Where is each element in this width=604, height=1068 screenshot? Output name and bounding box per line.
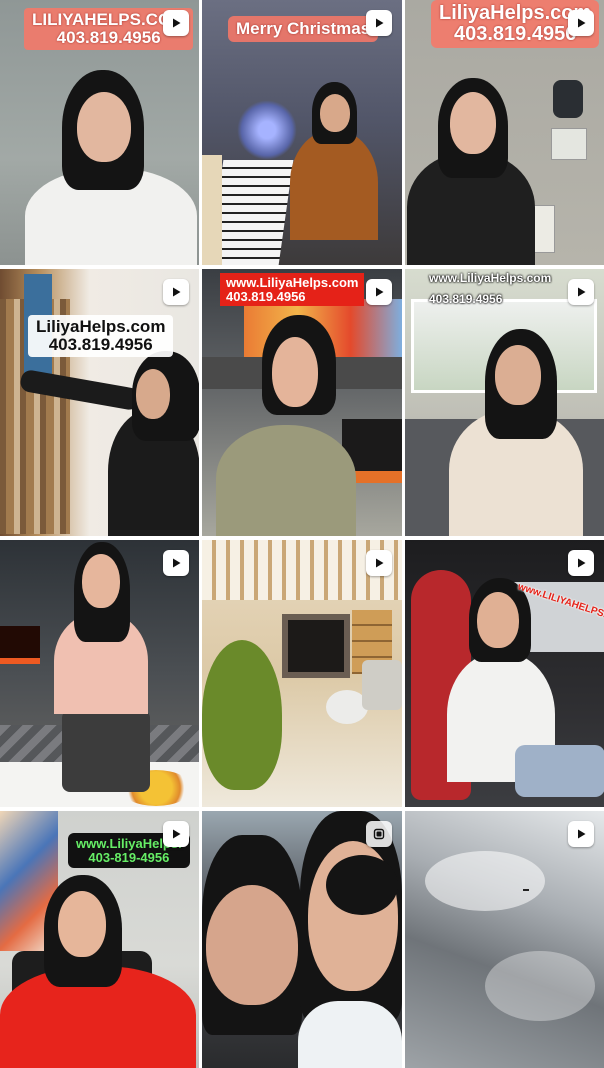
overlay-phone: 403.819.4956: [226, 288, 306, 304]
video-tile-2[interactable]: Merry Christmas: [202, 0, 402, 265]
play-icon: [366, 550, 392, 576]
person-face: [495, 345, 541, 405]
video-tile-1[interactable]: LILIYAHELPS.COM 403.819.4956: [0, 0, 199, 265]
person-face: [272, 337, 318, 407]
overlay-greeting: Merry Christmas: [236, 19, 371, 38]
play-icon: [568, 10, 594, 36]
person-face: [136, 369, 170, 419]
thermostat: [553, 80, 583, 118]
overlay-caption: LiliyaHelps.com 403.819.4956: [28, 315, 174, 357]
play-icon: [568, 279, 594, 305]
video-tile-8[interactable]: [202, 540, 402, 807]
overlay-website: LiliyaHelps.com: [36, 317, 166, 336]
overlay-website: www.LiliyaHelps.com: [226, 275, 359, 290]
overlay-caption: www.LiliyaHelps.com 403.819.4956: [220, 273, 365, 307]
play-icon: [163, 279, 189, 305]
person-face: [477, 592, 519, 648]
person-face: [82, 554, 120, 608]
video-grid: LILIYAHELPS.COM 403.819.4956 Merry Chris…: [0, 0, 604, 1068]
person-figure: [216, 425, 356, 536]
person-face: [450, 92, 496, 154]
fireplace: [0, 626, 40, 664]
video-tile-10[interactable]: www.LiliyaHelps. 403-819-4956: [0, 811, 199, 1068]
piano-body: [202, 155, 222, 265]
cloud: [425, 851, 545, 911]
video-tile-7[interactable]: [0, 540, 199, 807]
video-tile-4[interactable]: LiliyaHelps.com 403.819.4956: [0, 269, 199, 536]
light-switch: [533, 205, 555, 253]
video-tile-6[interactable]: www.LiliyaHelps.com 403.819.4956: [405, 269, 604, 536]
video-tile-3[interactable]: LiliyaHelps.com 403.819.4956: [405, 0, 604, 265]
face-paint-mask: [326, 855, 398, 915]
photo-tile-11[interactable]: [202, 811, 402, 1068]
overlay-phone: 403-819-4956: [88, 849, 170, 865]
play-icon: [163, 550, 189, 576]
armchair: [362, 660, 402, 710]
bird: [523, 889, 529, 891]
video-tile-12[interactable]: [405, 811, 604, 1068]
person-face: [320, 94, 350, 132]
overlay-caption: Merry Christmas: [228, 16, 379, 42]
play-icon: [366, 279, 392, 305]
chair: [62, 710, 150, 792]
christmas-tree: [237, 100, 297, 160]
person-shirt: [298, 1001, 402, 1068]
play-icon: [568, 821, 594, 847]
person-face: [77, 92, 131, 162]
person-face-left: [206, 885, 298, 1005]
play-icon: [366, 10, 392, 36]
video-tile-9[interactable]: www.LILIYAHELPS.COM: [405, 540, 604, 807]
overlay-phone: 403.819.4956: [429, 291, 503, 306]
person-legs: [515, 745, 604, 797]
cloud: [485, 951, 595, 1021]
wall-panel: [551, 128, 587, 160]
overlay-phone: 403.819.4956: [48, 334, 153, 354]
person-face: [58, 891, 106, 957]
play-icon: [568, 550, 594, 576]
video-tile-5[interactable]: www.LiliyaHelps.com 403.819.4956: [202, 269, 402, 536]
fireplace: [282, 614, 350, 678]
multi-image-icon: [366, 821, 392, 847]
play-icon: [163, 821, 189, 847]
overlay-caption: www.LiliyaHelps.com 403.819.4956: [423, 269, 557, 308]
person-figure: [290, 130, 378, 240]
plant: [202, 640, 282, 790]
overlay-website: www.LiliyaHelps.com: [429, 271, 552, 285]
play-icon: [163, 10, 189, 36]
